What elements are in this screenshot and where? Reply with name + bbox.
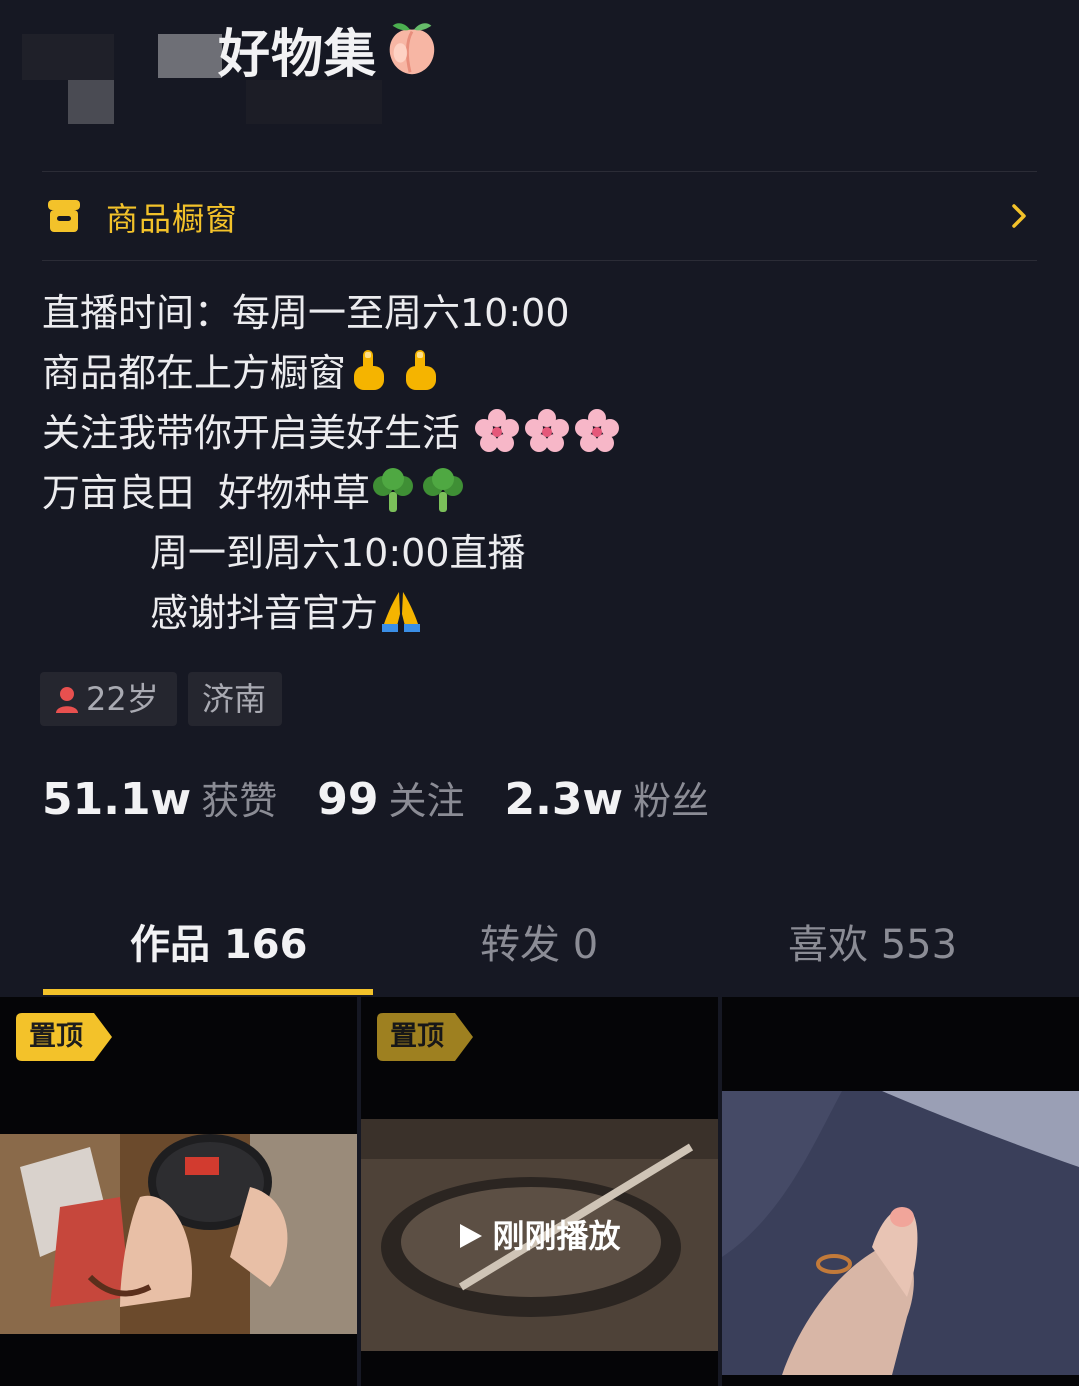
folded-hands-icon (382, 592, 421, 632)
pointing-up-hand-icon (354, 350, 385, 390)
bio-line: 万亩良田 好物种草 (42, 463, 620, 523)
shop-icon (48, 200, 80, 232)
tab-works[interactable]: 作品 166 (130, 912, 307, 970)
video-thumbnail[interactable]: 置顶 (0, 997, 357, 1386)
tab-likes[interactable]: 喜欢 553 (788, 912, 957, 970)
bio-text: 感谢抖音官方 (150, 591, 379, 635)
pinned-label: 置顶 (29, 1021, 83, 1052)
city-text: 济南 (202, 680, 267, 718)
chevron-right-icon (1012, 204, 1026, 228)
pointing-up-hand-icon (406, 350, 437, 390)
shop-window-label: 商品橱窗 (106, 200, 239, 238)
bio-line: 商品都在上方橱窗 (42, 343, 620, 403)
following-label[interactable]: 关注 (388, 779, 464, 823)
tab-reposts[interactable]: 转发 0 (480, 912, 598, 970)
broccoli-icon (373, 468, 414, 512)
likes-label: 获赞 (201, 779, 278, 823)
fans-label[interactable]: 粉丝 (633, 779, 709, 823)
divider (42, 260, 1037, 261)
bio-line: 周一到周六10:00直播 (42, 523, 620, 583)
age-text: 22岁 (86, 680, 159, 718)
blurred-name-block (68, 80, 114, 124)
peach-emoji-icon (389, 23, 435, 75)
profile-name-text: 好物集 (218, 25, 378, 85)
just-played-label: 刚刚播放 (492, 1217, 621, 1255)
bio-line: 直播时间：每周一至周六10:00 (42, 283, 620, 343)
just-played-indicator: 刚刚播放 (361, 1211, 718, 1257)
bio-text: 关注我带你开启美好生活 (42, 411, 461, 455)
play-icon (460, 1224, 483, 1248)
bio-line: 关注我带你开启美好生活 (42, 403, 620, 463)
active-tab-indicator (43, 989, 373, 995)
likes-count: 51.1w (42, 774, 192, 825)
cherry-blossom-icon (475, 409, 520, 452)
age-tag: 22岁 (40, 672, 177, 726)
shop-window-row[interactable]: 商品橱窗 (42, 172, 1037, 260)
video-thumbnail[interactable]: 置顶 刚刚播放 (361, 997, 718, 1386)
bio-line: 感谢抖音官方 (42, 583, 620, 643)
video-thumbnail-image (722, 1091, 1079, 1386)
bio-text: 直播时间：每周一至周六10:00 (42, 291, 570, 335)
blurred-name-block (22, 34, 114, 80)
profile-name: 好物集 (218, 12, 443, 87)
cherry-blossom-icon (575, 409, 620, 452)
video-thumbnail[interactable] (722, 997, 1079, 1386)
cherry-blossom-icon (525, 409, 570, 452)
female-user-icon (56, 687, 78, 713)
pinned-label: 置顶 (390, 1021, 444, 1052)
blurred-name-block (158, 34, 222, 78)
bio: 直播时间：每周一至周六10:00 商品都在上方橱窗 关注我带你开启美好生活 万亩… (42, 283, 620, 643)
following-count[interactable]: 99 (317, 774, 378, 825)
stats-row: 51.1w 获赞 99 关注 2.3w 粉丝 (42, 770, 749, 825)
fans-count[interactable]: 2.3w (504, 774, 623, 825)
bio-text: 周一到周六10:00直播 (150, 531, 526, 575)
broccoli-icon (423, 468, 464, 512)
bio-text: 万亩良田 好物种草 (42, 471, 371, 515)
bio-text: 商品都在上方橱窗 (42, 351, 347, 395)
city-tag: 济南 (188, 672, 282, 726)
